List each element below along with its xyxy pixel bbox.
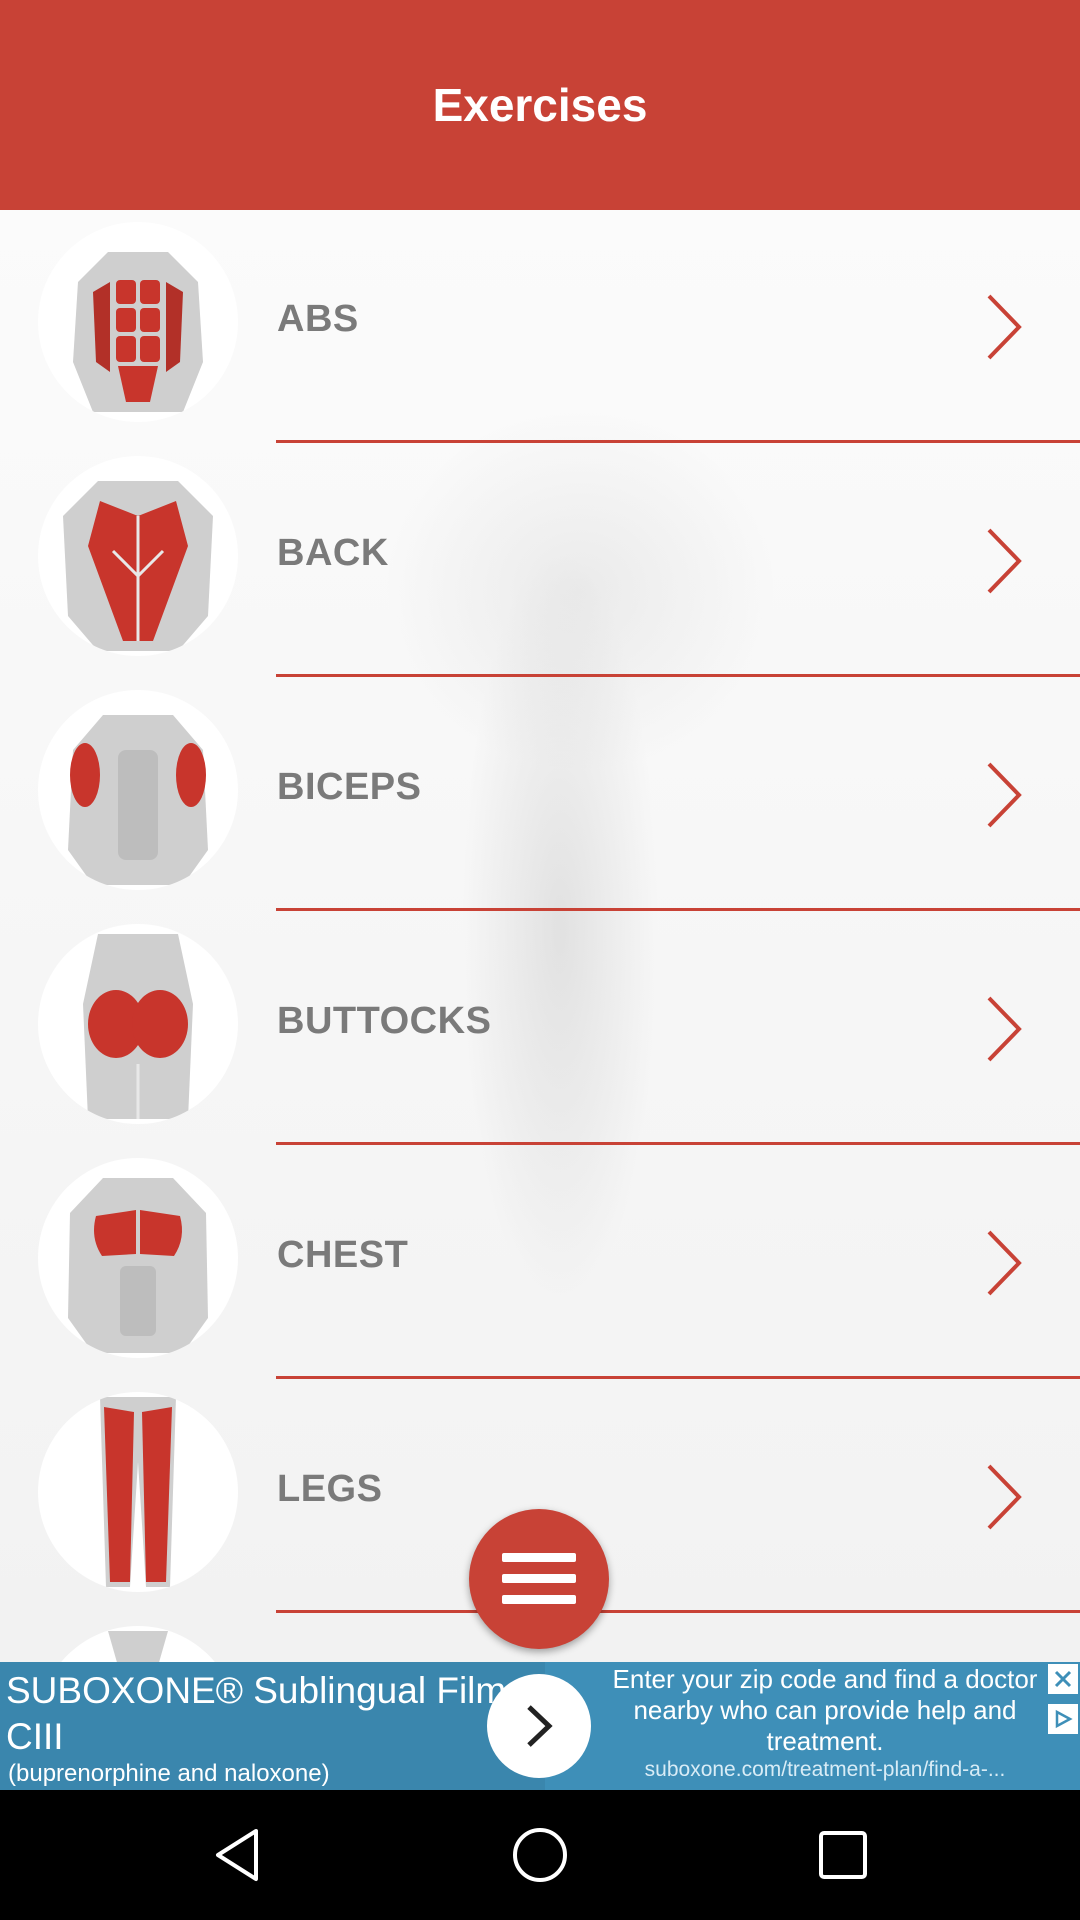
- biceps-muscle-icon: [38, 690, 238, 890]
- exercise-item-chest[interactable]: CHEST: [0, 1146, 1080, 1380]
- exercise-label: BICEPS: [277, 766, 422, 808]
- chevron-right-icon: [527, 1705, 553, 1747]
- chevron-right-icon: [987, 1230, 1022, 1296]
- exercise-label: ABS: [277, 298, 359, 340]
- nav-recents-button[interactable]: [808, 1820, 878, 1890]
- page-title: Exercises: [432, 79, 648, 131]
- nav-back-button[interactable]: [202, 1820, 272, 1890]
- abs-muscle-icon: [38, 222, 238, 422]
- row-divider: [276, 908, 1080, 911]
- chevron-right-icon: [987, 996, 1022, 1062]
- ad-subtitle: (buprenorphine and naloxone): [8, 1760, 330, 1787]
- menu-button[interactable]: [469, 1509, 609, 1649]
- row-divider: [276, 440, 1080, 443]
- back-triangle-icon: [216, 1829, 258, 1881]
- chevron-right-icon: [987, 528, 1022, 594]
- ad-description: Enter your zip code and find a doctor ne…: [612, 1664, 1038, 1756]
- buttocks-muscle-icon: [38, 924, 238, 1124]
- row-divider: [276, 1610, 1080, 1613]
- ad-close-button[interactable]: [1048, 1664, 1078, 1694]
- system-navigation-bar: [0, 1790, 1080, 1920]
- row-divider: [276, 1376, 1080, 1379]
- exercise-label: BUTTOCKS: [277, 1000, 492, 1042]
- back-muscle-icon: [38, 456, 238, 656]
- row-divider: [276, 674, 1080, 677]
- chevron-right-icon: [987, 762, 1022, 828]
- chevron-right-icon: [987, 294, 1022, 360]
- hamburger-menu-icon: [502, 1553, 576, 1604]
- exercise-label: CHEST: [277, 1234, 409, 1276]
- app-header: Exercises: [0, 0, 1080, 210]
- chevron-right-icon: [987, 1464, 1022, 1530]
- close-icon: [1054, 1670, 1072, 1688]
- row-divider: [276, 1142, 1080, 1145]
- exercise-item-back[interactable]: BACK: [0, 444, 1080, 678]
- home-circle-icon: [513, 1828, 567, 1882]
- exercise-item-biceps[interactable]: BICEPS: [0, 678, 1080, 912]
- ad-title: SUBOXONE® Sublingual Film CIII: [6, 1670, 507, 1757]
- legs-muscle-icon: [38, 1392, 238, 1592]
- exercise-list: ABS BACK BICEPS BUTTOCKS CHEST LEGS: [0, 210, 1080, 1662]
- ad-banner[interactable]: SUBOXONE® Sublingual Film CIII (buprenor…: [0, 1662, 1080, 1790]
- recents-square-icon: [819, 1831, 867, 1879]
- exercise-label: LEGS: [277, 1468, 383, 1510]
- ad-choices-button[interactable]: [1048, 1704, 1078, 1734]
- play-icon: [1055, 1709, 1073, 1729]
- muscle-icon: [38, 1626, 238, 1662]
- exercise-item-buttocks[interactable]: BUTTOCKS: [0, 912, 1080, 1146]
- ad-url: suboxone.com/treatment-plan/find-a-...: [644, 1758, 1006, 1781]
- exercise-label: BACK: [277, 532, 389, 574]
- nav-home-button[interactable]: [505, 1820, 575, 1890]
- ad-open-button[interactable]: [487, 1674, 591, 1778]
- exercise-item-abs[interactable]: ABS: [0, 210, 1080, 444]
- chest-muscle-icon: [38, 1158, 238, 1358]
